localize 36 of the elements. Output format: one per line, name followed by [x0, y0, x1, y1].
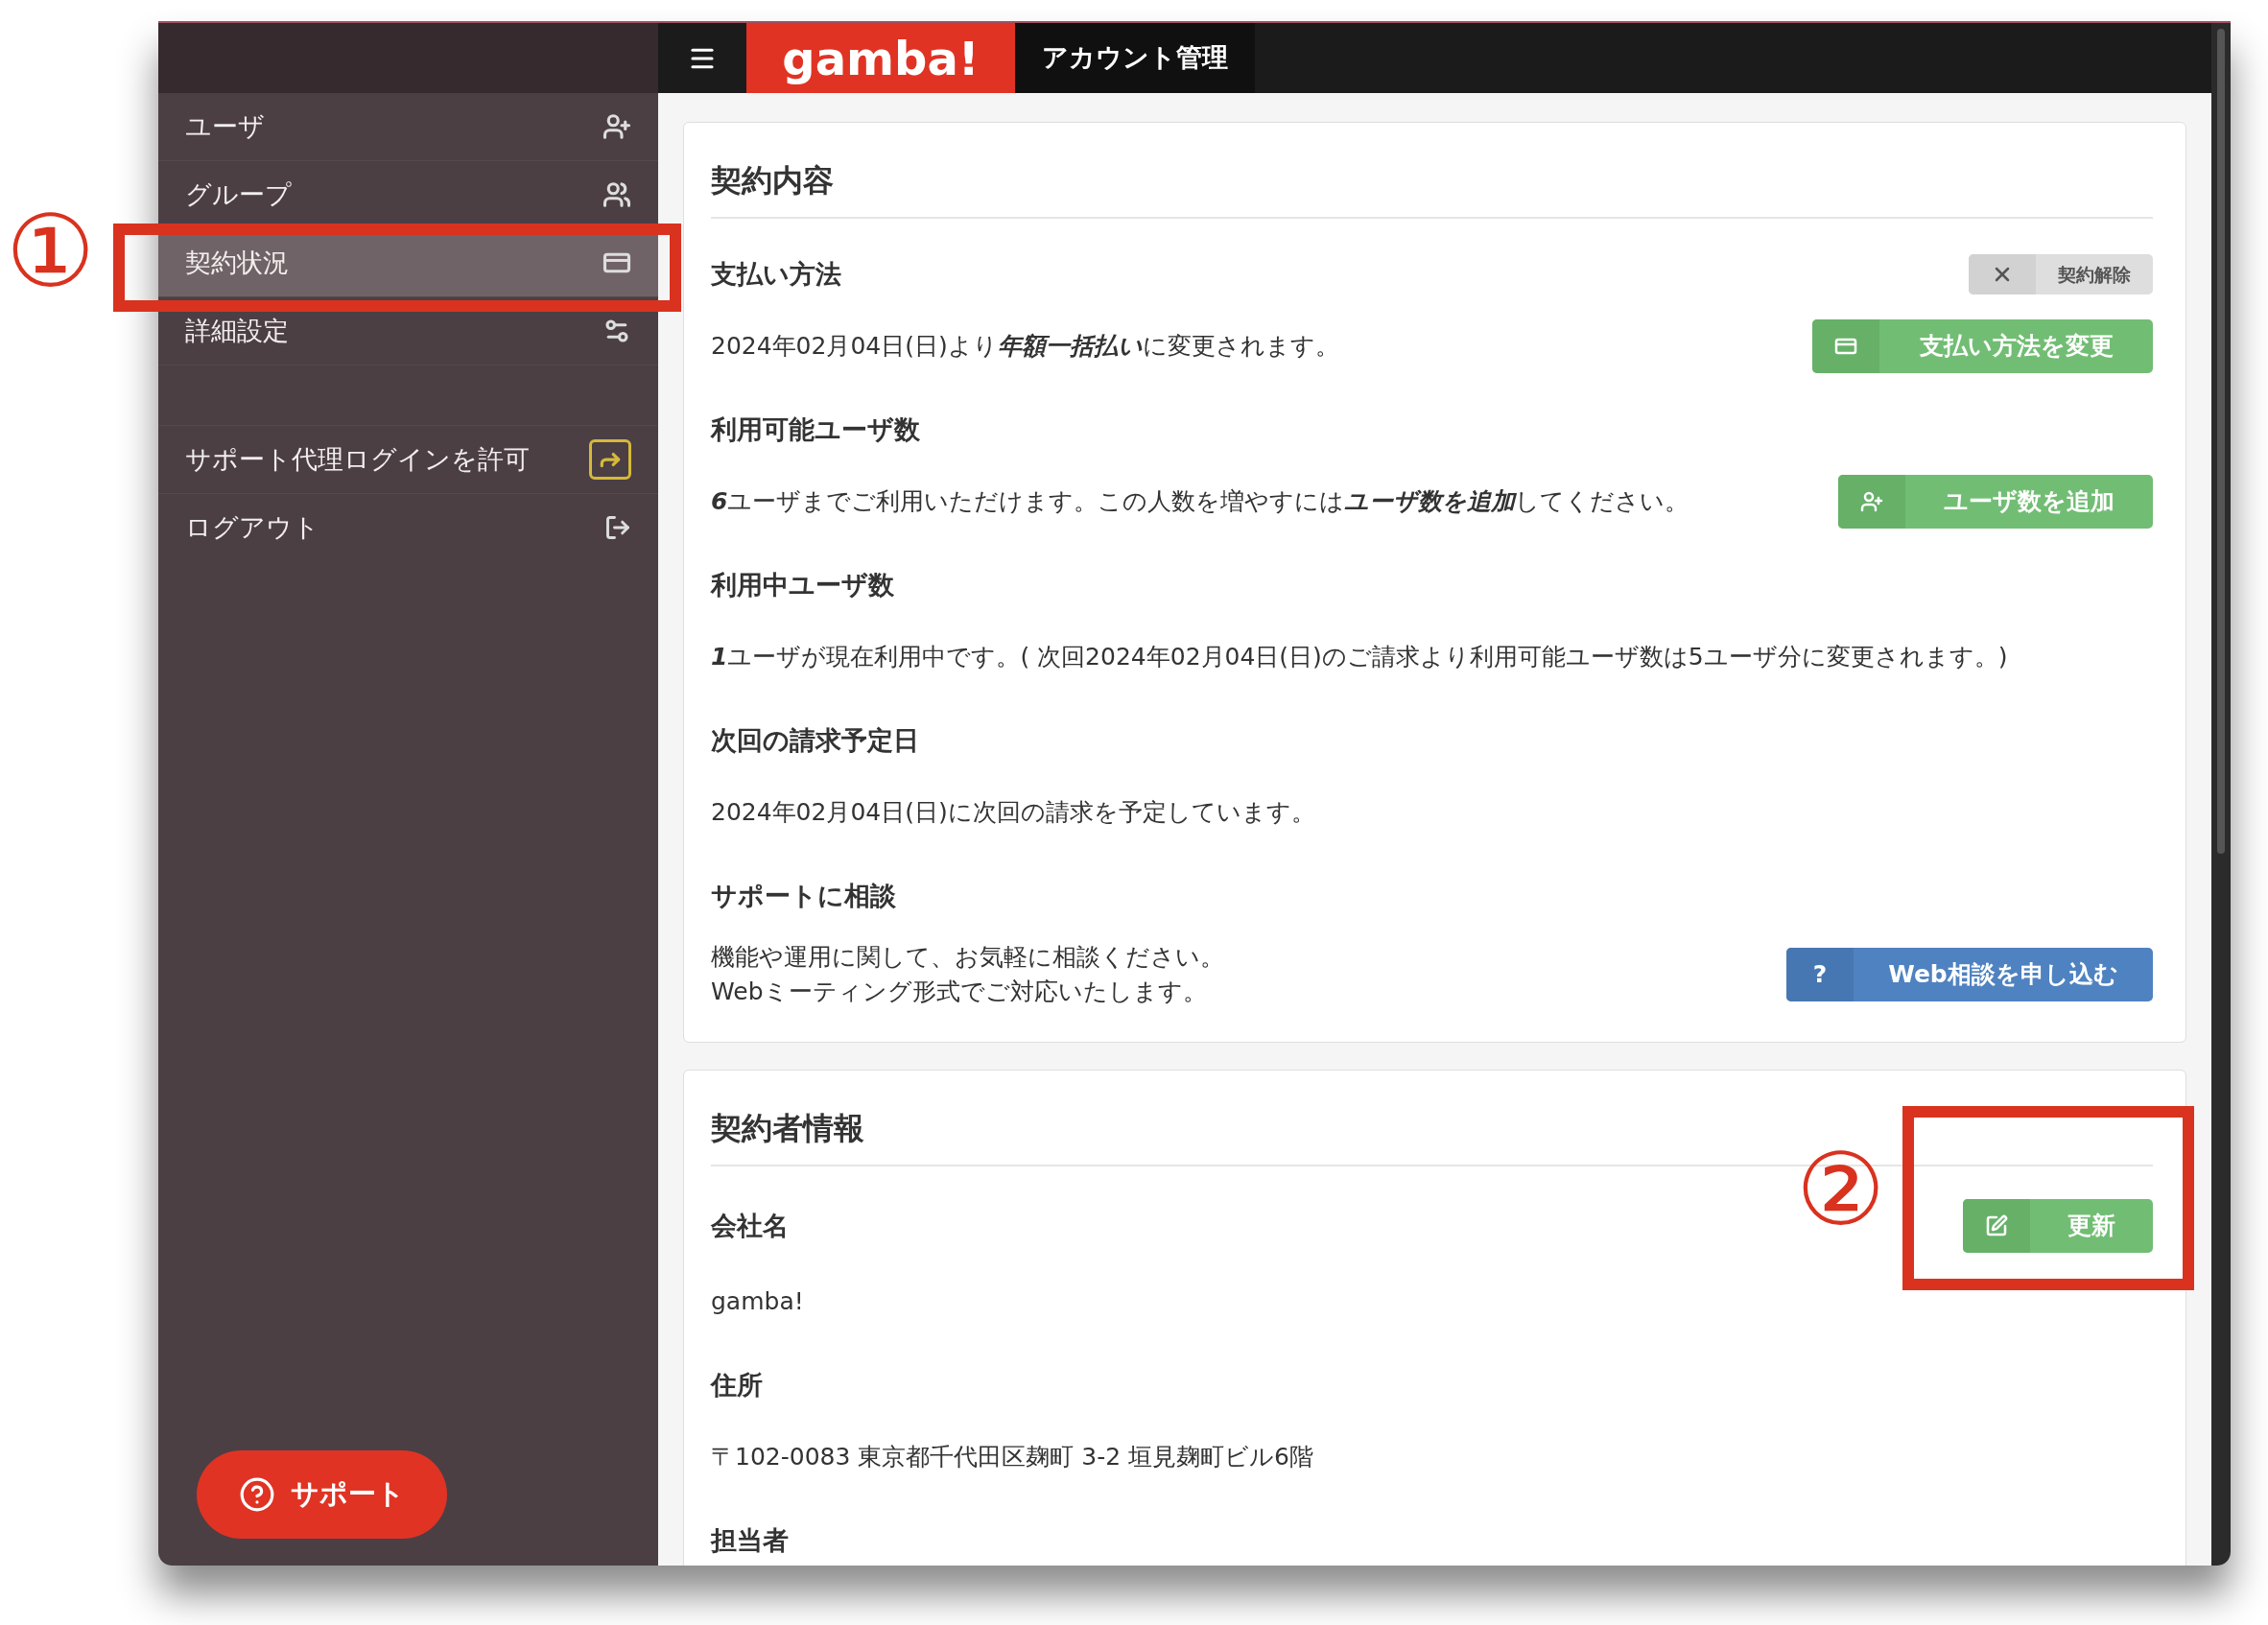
sidebar-action[interactable]: ログアウト	[158, 493, 658, 561]
section-heading: 次回の請求予定日	[711, 723, 919, 757]
user-plus-icon	[602, 112, 631, 141]
users-icon	[602, 180, 631, 209]
edit-icon	[1985, 1214, 2008, 1237]
sidebar-item[interactable]: 詳細設定	[158, 297, 658, 365]
action-button[interactable]: ? Web相談を申し込む	[1786, 948, 2153, 1001]
question-mark-icon: ?	[1812, 956, 1828, 993]
page-title: アカウント管理	[1015, 23, 1255, 93]
section-heading: 担当者	[711, 1523, 789, 1557]
section-text: 1ユーザが現在利用中です。( 次回2024年02月04日(日)のご請求より利用可能ユーザ数は5ユーザ分に変更されます。)	[711, 642, 2008, 672]
section-heading: 会社名	[711, 1209, 789, 1242]
settings-icon	[602, 317, 631, 345]
sidebar-action[interactable]: サポート代理ログインを許可	[158, 425, 658, 493]
support-button[interactable]: サポート	[197, 1450, 447, 1539]
share-icon	[589, 439, 631, 480]
help-icon	[239, 1476, 275, 1513]
logo: gamba!	[746, 23, 1015, 93]
sidebar-item[interactable]: ユーザ	[158, 93, 658, 161]
section-text: Webミーティング形式でご対応いたします。	[711, 977, 1208, 1007]
section-heading: 住所	[711, 1368, 763, 1401]
section-text: 2024年02月04日(日)より年額一括払いに変更されます。	[711, 331, 1339, 362]
section-heading: サポートに相談	[711, 879, 896, 912]
section-text: 〒102-0083 東京都千代田区麹町 3-2 垣見麹町ビル6階	[711, 1442, 1313, 1472]
section-heading: 利用中ユーザ数	[711, 568, 894, 601]
card-title: 契約内容	[711, 123, 2153, 219]
section-heading: 支払い方法	[711, 257, 841, 291]
section-text: 2024年02月04日(日)に次回の請求を予定しています。	[711, 797, 1315, 828]
logout-icon	[604, 514, 631, 541]
section-text: 機能や運用に関して、お気軽に相談ください。	[711, 942, 1224, 973]
section-heading: 利用可能ユーザ数	[711, 412, 920, 446]
action-button[interactable]: 契約解除	[1969, 254, 2153, 294]
section-text: gamba!	[711, 1286, 804, 1317]
user-plus-icon	[1860, 490, 1883, 513]
section-text: 6ユーザまでご利用いただけます。この人数を増やすにはユーザ数を追加してください。	[711, 486, 1689, 517]
step-number: ①	[6, 201, 96, 301]
